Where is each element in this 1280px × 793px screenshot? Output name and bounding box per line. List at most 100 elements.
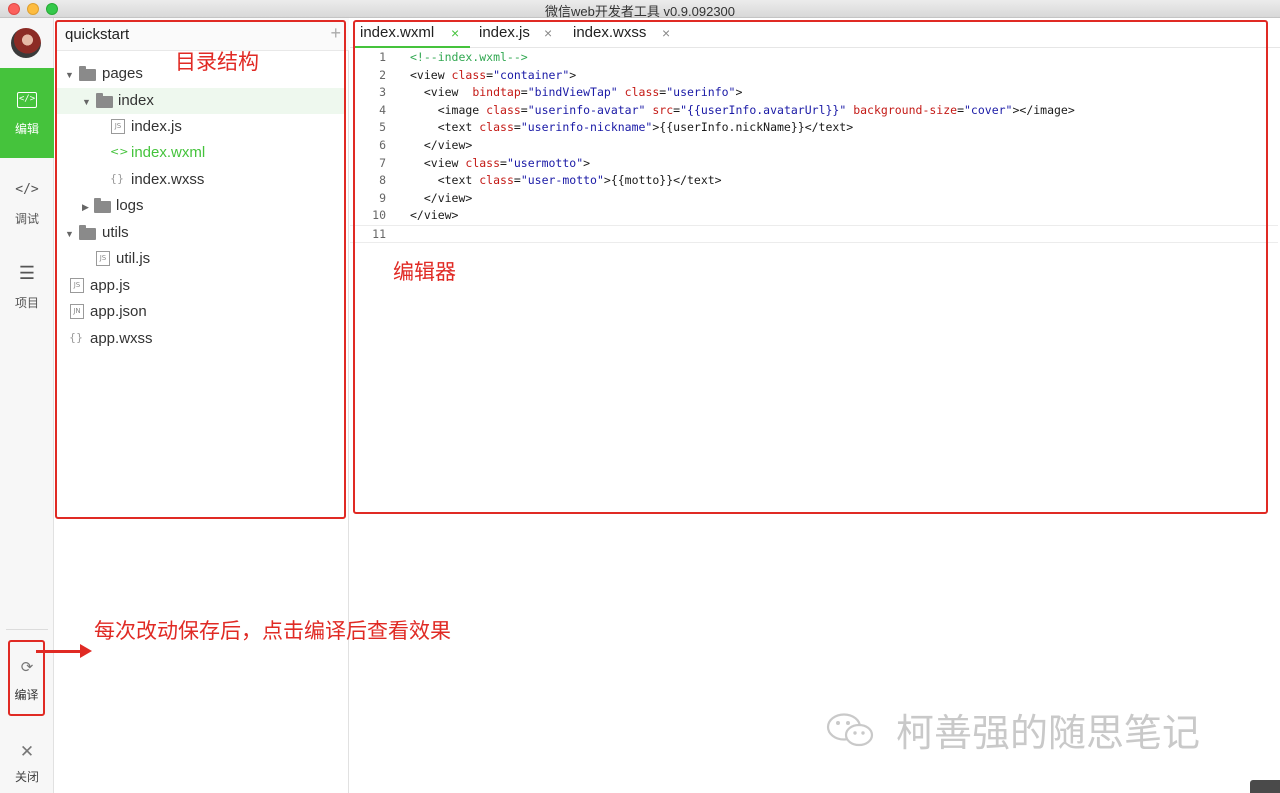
code-line[interactable]: 8 <text class="user-motto">{{motto}}</te… [350,172,1278,190]
plus-icon[interactable]: + [330,23,341,44]
arrow-right-icon [36,644,92,658]
tab-index-js[interactable]: index.js × [472,18,562,48]
code-text: </view> [410,190,473,205]
tab-label: index.wxml [360,24,435,41]
line-number: 5 [379,120,386,135]
line-number: 1 [379,50,386,64]
tree-item-label: index.js [131,118,182,135]
tree-folder-index[interactable]: ▼ index [57,88,345,114]
tree-item-label: app.json [90,303,147,320]
tree-folder-utils[interactable]: ▼ utils [57,220,345,246]
code-line[interactable]: 5 <text class="userinfo-nickname">{{user… [350,119,1278,137]
tree-item-label: app.js [90,277,131,294]
code-box-icon: </> [17,92,37,108]
style-file-icon: {} [69,331,83,344]
code-line[interactable]: 1 <!--index.wxml--> [350,49,1278,67]
caret-down-icon: ▼ [65,229,74,239]
tree-file-index-wxml[interactable]: <> index.wxml [57,140,345,166]
tree-annotation: 目录结构 [175,51,259,74]
project-name: quickstart [65,26,130,43]
line-number: 2 [379,67,386,82]
nav-edit[interactable]: </> 编辑 [0,68,54,158]
json-file-icon: JN [70,304,84,319]
tree-item-label: util.js [116,250,151,267]
line-number: 4 [379,102,386,117]
tree-item-label: app.wxss [90,330,153,347]
code-editor[interactable]: index.wxml × index.js × index.wxss × 1 <!… [350,18,1280,793]
line-number: 7 [379,155,386,170]
tree-folder-logs[interactable]: ▶ logs [57,193,345,219]
caret-down-icon: ▼ [82,97,91,107]
close-icon: ✕ [19,742,35,761]
title-bar: 微信web开发者工具 v0.9.092300 [0,0,1280,19]
folder-icon [79,225,96,240]
compile-icon: ⟳ [20,659,34,676]
tab-index-wxss[interactable]: index.wxss × [566,18,678,48]
code-line[interactable]: 10 </view> [350,207,1278,225]
tree-file-app-js[interactable]: JS app.js [57,273,345,299]
line-number: 10 [372,208,386,223]
line-number: 8 [379,173,386,188]
nav-debug[interactable]: </> 调试 [0,158,54,248]
close-icon[interactable]: × [544,18,552,48]
close-project-button[interactable]: ✕ 关闭 [0,742,54,785]
tree-item-label: index [118,92,154,109]
nav-project-label: 项目 [14,296,39,310]
code-text: <text class="userinfo-nickname">{{userIn… [410,120,854,135]
compile-hint-annotation: 每次改动保存后，点击编译后查看效果 [94,620,451,643]
js-file-icon: JS [70,278,84,293]
file-tree-panel: quickstart + ▼ pages ▼ index JS index.js… [55,18,349,793]
nav-edit-label: 编辑 [14,122,39,136]
tree-item-label: index.wxss [131,171,205,188]
line-number: 6 [379,138,386,152]
compile-label: 编译 [14,688,39,702]
code-text: </view> [410,208,459,223]
tree-file-app-wxss[interactable]: {} app.wxss [57,326,345,352]
code-text: <image class="userinfo-avatar" src="{{us… [410,102,1075,117]
close-icon[interactable]: × [662,18,670,48]
corner-badge [1250,780,1280,793]
style-file-icon: {} [110,172,124,185]
code-line[interactable]: 11 [350,225,1278,243]
folder-icon [94,198,111,213]
watermark-text: 柯善强的随思笔记 [896,713,1201,755]
code-text: <view bindtap="bindViewTap" class="useri… [410,85,743,100]
code-text: <view class="container"> [410,67,577,82]
wechat-icon [826,713,874,747]
js-file-icon: JS [96,251,110,266]
tab-label: index.wxss [573,24,647,41]
code-line[interactable]: 4 <image class="userinfo-avatar" src="{{… [350,102,1278,120]
close-icon[interactable]: × [451,18,459,48]
close-label: 关闭 [14,770,39,784]
tree-item-label: utils [102,224,129,241]
markup-file-icon: <> [110,145,129,158]
tree-file-app-json[interactable]: JN app.json [57,299,345,325]
code-line[interactable]: 9 </view> [350,190,1278,208]
menu-icon: ☰ [18,263,36,284]
code-icon: </> [15,182,39,197]
tab-index-wxml[interactable]: index.wxml × [354,18,470,48]
code-line[interactable]: 2 <view class="container"> [350,67,1278,85]
code-text: <text class="user-motto">{{motto}}</text… [410,173,722,188]
line-number: 3 [379,85,386,100]
nav-project[interactable]: ☰ 项目 [0,242,54,332]
editor-annotation: 编辑器 [393,261,456,284]
tree-file-util-js[interactable]: JS util.js [57,246,345,272]
tree-item-label: pages [102,65,143,82]
tree-file-index-wxss[interactable]: {} index.wxss [57,167,345,193]
code-text: <view class="usermotto"> [410,155,591,170]
line-number: 9 [379,190,386,205]
nav-divider [6,629,48,630]
code-line[interactable]: 7 <view class="usermotto"> [350,155,1278,173]
code-text: <!--index.wxml--> [410,50,528,64]
left-navigation: </> 编辑 </> 调试 ☰ 项目 ⟳ 编译 ✕ 关闭 [0,18,54,793]
caret-right-icon: ▶ [82,202,89,212]
tree-item-label: index.wxml [131,144,206,161]
line-number: 11 [372,227,386,241]
tree-file-index-js[interactable]: JS index.js [57,114,345,140]
avatar[interactable] [11,28,41,58]
code-text: </view> [410,138,473,152]
code-line[interactable]: 3 <view bindtap="bindViewTap" class="use… [350,84,1278,102]
code-line[interactable]: 6 </view> [350,137,1278,155]
tab-label: index.js [479,24,530,41]
